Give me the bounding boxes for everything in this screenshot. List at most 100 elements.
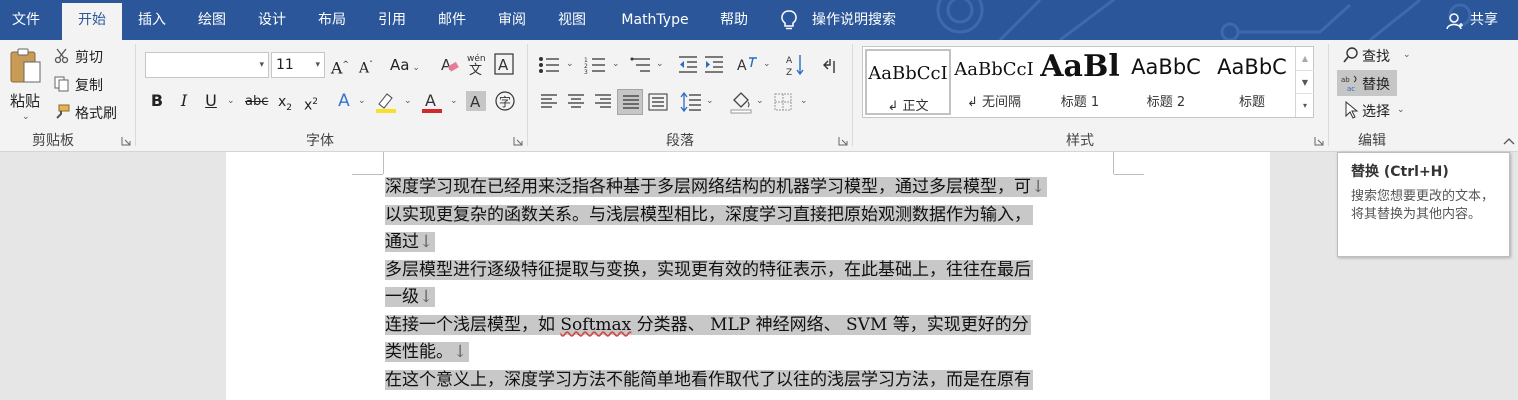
chevron-down-icon[interactable]: ⌄ (612, 59, 620, 69)
chevron-down-icon[interactable]: ⌄ (450, 96, 458, 106)
chevron-down-icon[interactable]: ⌄ (566, 59, 574, 69)
dialog-launcher-icon[interactable] (121, 136, 131, 146)
paste-button[interactable]: 粘贴 ⌄ (8, 46, 44, 126)
tab-insert[interactable]: 插入 (125, 0, 179, 40)
underline-button[interactable]: U (202, 89, 220, 113)
misspelled-word[interactable]: Softmax (560, 315, 631, 335)
tab-layout[interactable]: 布局 (305, 0, 359, 40)
svg-text:文: 文 (469, 63, 482, 76)
chevron-down-icon: ⌄ (1397, 105, 1405, 115)
text-line[interactable]: 连接一个浅层模型，如 Softmax 分类器、 MLP 神经网络、 SVM 等，… (385, 312, 1031, 339)
align-right-icon[interactable] (594, 94, 612, 110)
collapse-ribbon-icon[interactable] (1503, 136, 1515, 146)
change-case-button[interactable]: Aa ⌄ (390, 53, 428, 77)
line-spacing-icon[interactable] (680, 92, 702, 112)
highlighter-icon[interactable] (375, 90, 397, 114)
paste-icon (10, 48, 41, 83)
borders-icon[interactable] (774, 93, 792, 111)
style-heading-2[interactable]: AaBbC 标题 2 (1123, 47, 1209, 117)
chevron-down-icon[interactable]: ⌄ (800, 96, 808, 106)
font-size-combo[interactable]: 11 ▾ (271, 52, 325, 78)
tab-mathtype[interactable]: MathType (607, 0, 703, 40)
tab-mailings[interactable]: 邮件 (425, 0, 479, 40)
tab-view[interactable]: 视图 (545, 0, 599, 40)
dialog-launcher-icon[interactable] (513, 136, 523, 146)
tab-file[interactable]: 文件 (0, 0, 52, 40)
chevron-down-icon[interactable]: ⌄ (227, 96, 235, 106)
grow-font-button[interactable]: A^ (330, 53, 350, 77)
text-line[interactable]: 以实现更复杂的函数关系。与浅层模型相比，深度学习直接把原始观测数据作为输入， (385, 202, 1033, 229)
svg-text:A: A (737, 58, 747, 74)
chevron-down-icon[interactable]: ⌄ (358, 96, 366, 106)
shading-icon[interactable] (730, 90, 752, 114)
italic-button[interactable]: I (175, 89, 193, 113)
chevron-down-icon[interactable]: ⌄ (763, 59, 771, 69)
margin-corner (1113, 152, 1114, 174)
tab-home[interactable]: 开始 (62, 3, 122, 40)
tab-references[interactable]: 引用 (365, 0, 419, 40)
gallery-more-icon[interactable]: ▾ (1296, 93, 1314, 118)
align-center-icon[interactable] (567, 94, 585, 110)
dialog-launcher-icon[interactable] (1314, 136, 1324, 146)
text-line[interactable]: 类性能。↓ (385, 339, 470, 366)
asian-layout-icon[interactable]: A (737, 55, 759, 75)
paragraph-mark: ↓ (1031, 177, 1046, 197)
svg-text:ac: ac (1347, 85, 1355, 92)
text-line[interactable]: 多层模型进行逐级特征提取与变换，实现更有效的特征表示，在此基础上，往往在最后 (385, 257, 1033, 284)
tooltip-description: 搜索您想要更改的文本，将其替换为其他内容。 (1351, 189, 1495, 222)
dialog-launcher-icon[interactable] (838, 136, 848, 146)
character-border-icon[interactable]: A (494, 53, 514, 75)
increase-indent-icon[interactable] (704, 56, 724, 74)
text-line[interactable]: 通过↓ (385, 229, 436, 256)
style-no-spacing[interactable]: AaBbCcI ↲ 无间隔 (951, 47, 1037, 117)
sort-icon[interactable]: AZ (786, 53, 806, 77)
bold-button[interactable]: B (148, 89, 166, 113)
text-line[interactable]: 在这个意义上，深度学习方法不能简单地看作取代了以往的浅层学习方法，而是在原有 (385, 367, 1033, 394)
character-shading-icon[interactable]: A (466, 91, 486, 111)
lightbulb-icon (781, 10, 797, 30)
copy-label: 复制 (75, 78, 103, 94)
scissors-icon (54, 48, 69, 64)
subscript-button[interactable]: x2 (276, 90, 294, 114)
style-normal[interactable]: AaBbCcI ↲ 正文 (865, 49, 951, 115)
style-heading-1[interactable]: AaBl 标题 1 (1037, 47, 1123, 117)
scroll-down-icon[interactable]: ▼ (1296, 70, 1314, 94)
text-line[interactable]: 一级↓ (385, 284, 436, 311)
superscript-button[interactable]: x2 (302, 90, 320, 114)
scroll-up-icon[interactable]: ▲ (1296, 47, 1314, 70)
margin-corner (1114, 174, 1144, 175)
shrink-font-button[interactable]: Aˇ (356, 53, 376, 77)
font-name-combo[interactable]: ▾ (145, 52, 269, 78)
chevron-down-icon[interactable]: ⌄ (404, 96, 412, 106)
chevron-down-icon[interactable]: ⌄ (706, 96, 714, 106)
tab-draw[interactable]: 绘图 (185, 0, 239, 40)
replace-button[interactable]: ab ac 替换 (1337, 70, 1397, 96)
chevron-down-icon[interactable]: ⌄ (656, 59, 664, 69)
find-label: 查找 (1362, 49, 1390, 65)
tab-help[interactable]: 帮助 (708, 0, 760, 40)
numbering-icon[interactable]: 123 (584, 56, 606, 74)
text-line[interactable]: 深度学习现在已经用来泛指各种基于多层网络结构的机器学习模型，通过多层模型，可↓ (385, 174, 1048, 201)
distributed-align-icon[interactable] (648, 93, 668, 111)
align-left-icon[interactable] (540, 94, 558, 110)
show-formatting-marks-icon[interactable] (820, 55, 840, 75)
justify-button[interactable] (617, 89, 643, 115)
phonetic-guide-icon[interactable]: wén文 (466, 52, 488, 76)
clipboard-group-label: 剪贴板 (32, 133, 74, 149)
bullets-icon[interactable] (538, 56, 560, 74)
person-icon (1446, 13, 1463, 30)
copy-icon (54, 76, 69, 92)
strikethrough-button[interactable]: abc (245, 90, 268, 114)
multilevel-list-icon[interactable] (630, 56, 652, 74)
chevron-down-icon[interactable]: ⌄ (756, 96, 764, 106)
clear-formatting-icon[interactable]: A (440, 56, 460, 74)
editing-group-label: 编辑 (1358, 133, 1386, 149)
text-effects-button[interactable]: A (334, 89, 354, 113)
tab-review[interactable]: 审阅 (485, 0, 539, 40)
tab-design[interactable]: 设计 (245, 0, 299, 40)
enclose-characters-icon[interactable]: 字 (494, 90, 516, 112)
font-color-icon[interactable]: A (421, 90, 443, 114)
decrease-indent-icon[interactable] (678, 56, 698, 74)
line-text: 一级 (385, 287, 419, 307)
style-title[interactable]: AaBbC 标题 (1209, 47, 1295, 117)
